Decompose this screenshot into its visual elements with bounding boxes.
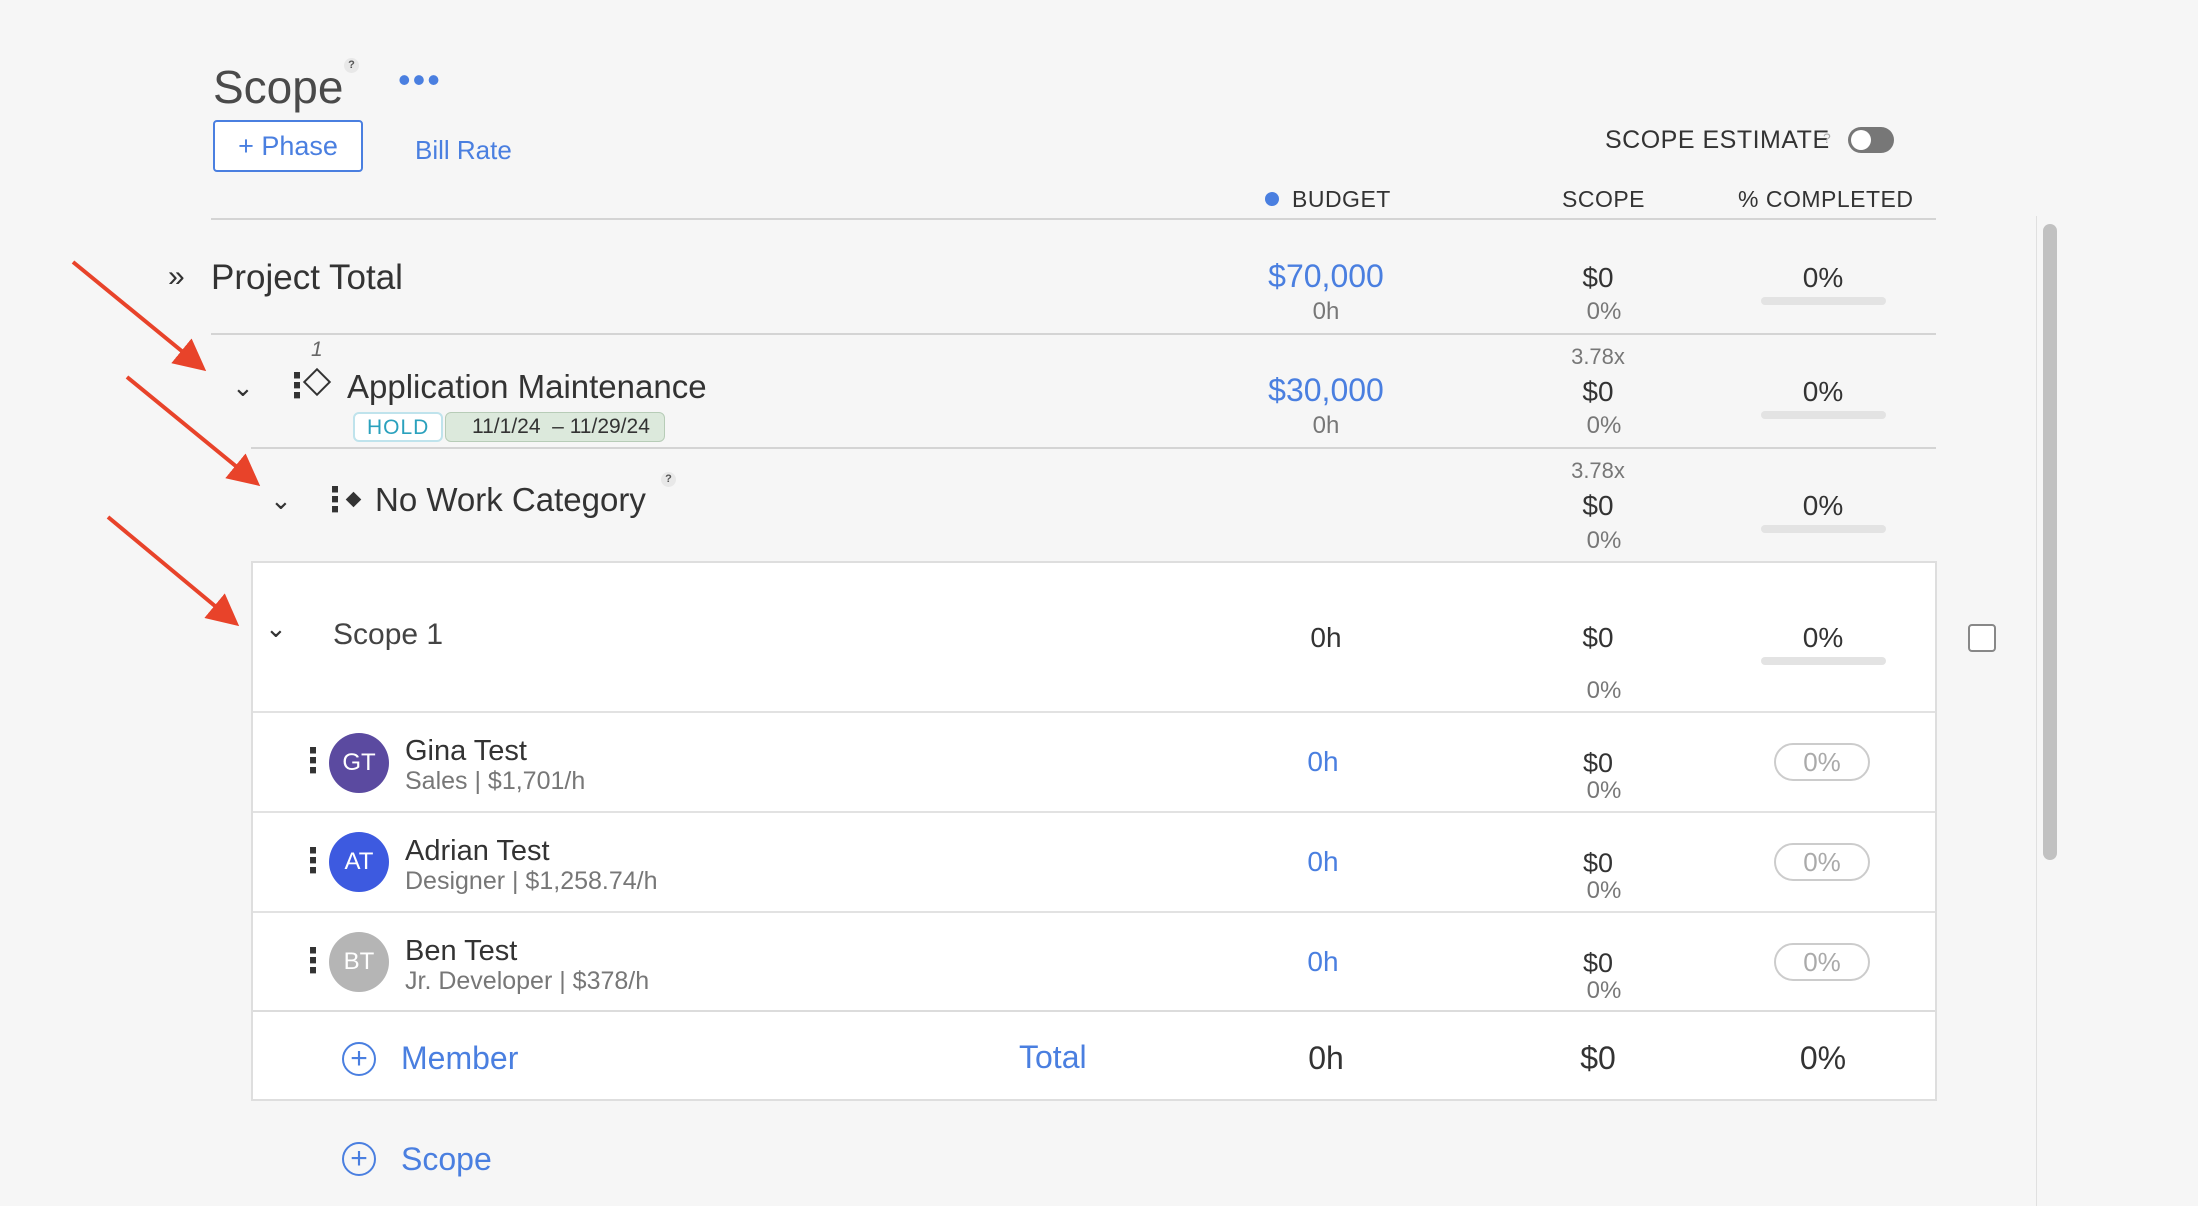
annotation-arrow bbox=[125, 375, 261, 487]
annotation-arrows bbox=[71, 260, 261, 627]
annotation-arrow bbox=[106, 515, 240, 627]
annotation-arrow bbox=[71, 260, 207, 372]
